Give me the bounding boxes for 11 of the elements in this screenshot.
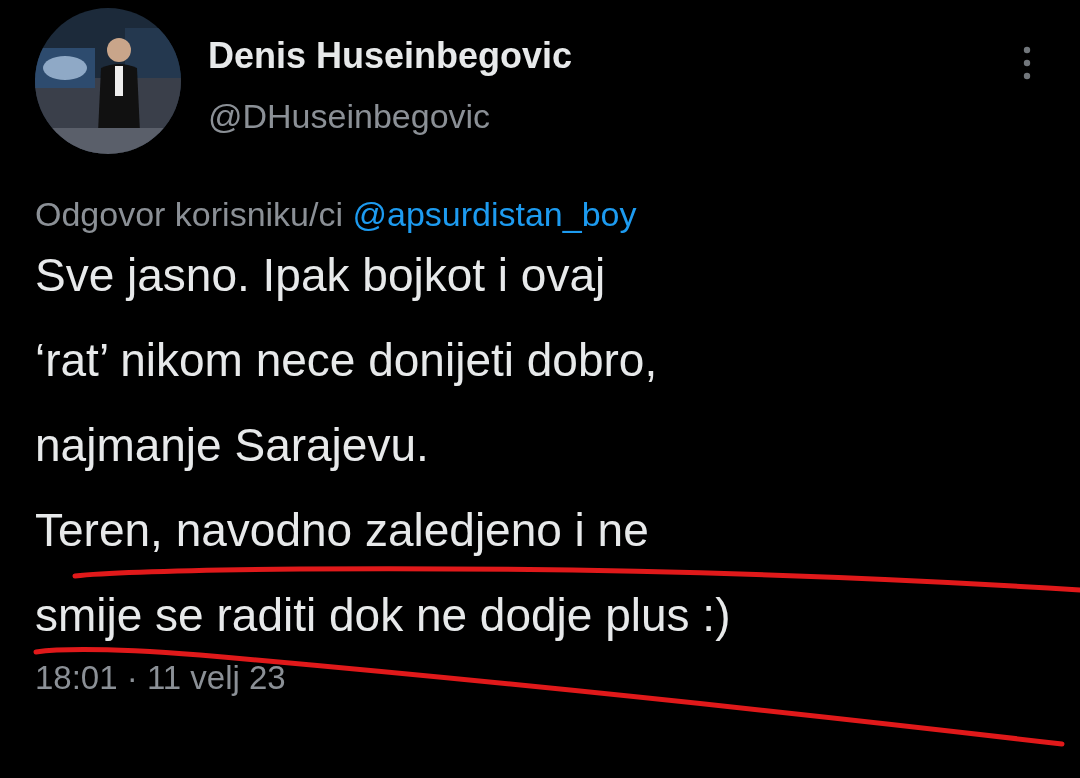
timestamp[interactable]: 18:01 · 11 velj 23 [35,658,286,698]
tweet-text: Teren, navodno zaledjeno i ne [35,503,649,558]
tweet-text: smije se raditi dok ne dodje plus :) [35,588,731,643]
reply-context: Odgovor korisniku/ci @apsurdistan_boy [35,194,638,235]
author-name[interactable]: Denis Huseinbegovic [208,36,573,76]
tweet-text: ‘rat’ nikom nece donijeti dobro, [35,333,658,388]
tweet-text: najmanje Sarajevu. [35,418,429,473]
tweet-text: Sve jasno. Ipak bojkot i ovaj [35,248,606,303]
mention-link[interactable]: @apsurdistan_boy [352,195,637,233]
more-icon[interactable] [1022,46,1032,80]
author-handle[interactable]: @DHuseinbegovic [208,96,573,136]
